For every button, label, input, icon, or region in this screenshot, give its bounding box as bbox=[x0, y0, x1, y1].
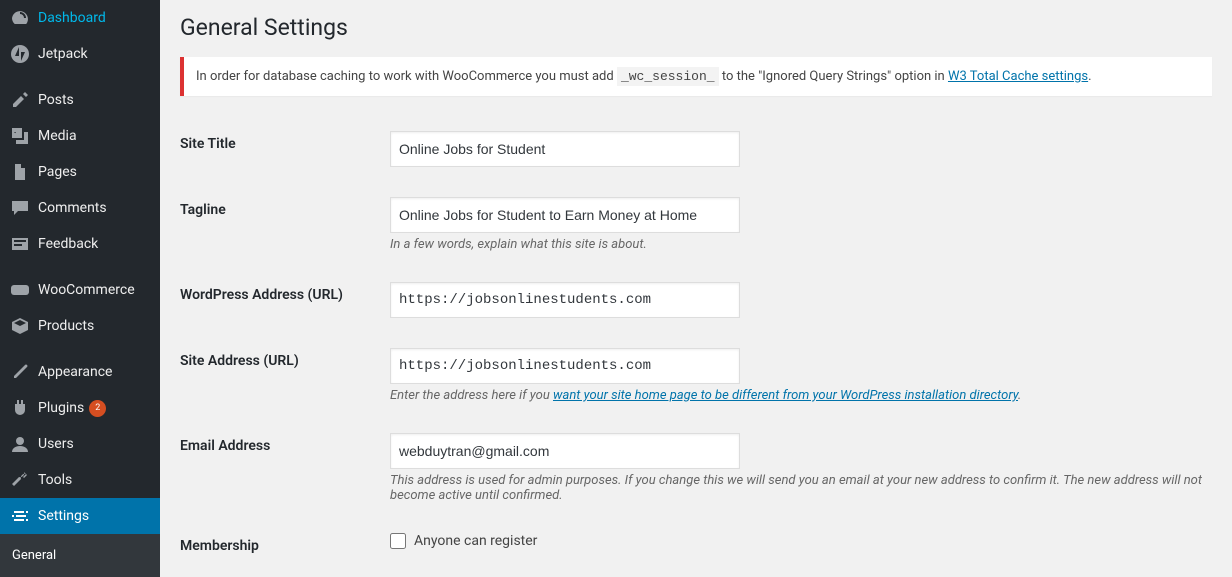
sidebar-item-label: Media bbox=[38, 128, 77, 144]
anyone-register-label[interactable]: Anyone can register bbox=[390, 533, 537, 549]
sidebar-item-label: Pages bbox=[38, 164, 77, 180]
notice-code: _wc_session_ bbox=[617, 67, 719, 86]
notice-text-post: . bbox=[1088, 69, 1091, 84]
sidebar-item-label: Tools bbox=[38, 472, 72, 488]
media-icon bbox=[10, 126, 30, 146]
submenu-item-general[interactable]: General bbox=[0, 542, 160, 569]
sidebar-item-woocommerce[interactable]: WooCommerce bbox=[0, 272, 160, 308]
sidebar-item-label: Plugins bbox=[38, 400, 84, 416]
sidebar-item-media[interactable]: Media bbox=[0, 118, 160, 154]
site-address-doc-link[interactable]: want your site home page to be different… bbox=[553, 388, 1018, 403]
sidebar-item-dashboard[interactable]: Dashboard bbox=[0, 0, 160, 36]
appearance-icon bbox=[10, 362, 30, 382]
sidebar-item-label: Settings bbox=[38, 508, 89, 524]
posts-icon bbox=[10, 90, 30, 110]
settings-form-table: Site Title Tagline In a few words, expla… bbox=[180, 116, 1212, 574]
email-address-label: Email Address bbox=[180, 418, 380, 518]
sidebar-item-products[interactable]: Products bbox=[0, 308, 160, 344]
tagline-label: Tagline bbox=[180, 182, 380, 267]
sidebar-item-comments[interactable]: Comments bbox=[0, 190, 160, 226]
woocommerce-icon bbox=[10, 280, 30, 300]
sidebar-item-plugins[interactable]: Plugins 2 bbox=[0, 390, 160, 426]
feedback-icon bbox=[10, 234, 30, 254]
anyone-register-text: Anyone can register bbox=[414, 533, 537, 549]
sidebar-item-label: Jetpack bbox=[38, 46, 88, 62]
sidebar-item-feedback[interactable]: Feedback bbox=[0, 226, 160, 262]
notice-text-mid: to the "Ignored Query Strings" option in bbox=[722, 69, 948, 84]
w3tc-settings-link[interactable]: W3 Total Cache settings bbox=[948, 69, 1088, 84]
products-icon bbox=[10, 316, 30, 336]
plugins-update-badge: 2 bbox=[89, 400, 106, 417]
admin-sidebar: Dashboard Jetpack Posts Media Pages Comm… bbox=[0, 0, 160, 577]
settings-submenu: General bbox=[0, 534, 160, 577]
email-description: This address is used for admin purposes.… bbox=[390, 473, 1202, 503]
site-title-input[interactable] bbox=[390, 131, 740, 167]
sidebar-item-settings[interactable]: Settings bbox=[0, 498, 160, 534]
sidebar-item-tools[interactable]: Tools bbox=[0, 462, 160, 498]
email-address-input[interactable] bbox=[390, 433, 740, 469]
main-content: General Settings In order for database c… bbox=[160, 0, 1232, 577]
sidebar-item-appearance[interactable]: Appearance bbox=[0, 354, 160, 390]
anyone-register-checkbox[interactable] bbox=[390, 533, 406, 549]
sidebar-item-label: Products bbox=[38, 318, 94, 334]
tagline-description: In a few words, explain what this site i… bbox=[390, 237, 1202, 252]
w3tc-notice: In order for database caching to work wi… bbox=[180, 57, 1212, 96]
sidebar-item-label: Feedback bbox=[38, 236, 98, 252]
sidebar-item-label: Users bbox=[38, 436, 74, 452]
sidebar-item-label: Dashboard bbox=[38, 10, 106, 26]
plugins-icon bbox=[10, 398, 30, 418]
sidebar-item-label: WooCommerce bbox=[38, 282, 135, 298]
membership-label: Membership bbox=[180, 518, 380, 574]
site-title-label: Site Title bbox=[180, 116, 380, 182]
page-title: General Settings bbox=[180, 10, 1212, 41]
pages-icon bbox=[10, 162, 30, 182]
site-address-label: Site Address (URL) bbox=[180, 333, 380, 418]
sidebar-item-label: Comments bbox=[38, 200, 107, 216]
users-icon bbox=[10, 434, 30, 454]
settings-icon bbox=[10, 506, 30, 526]
tagline-input[interactable] bbox=[390, 197, 740, 233]
jetpack-icon bbox=[10, 44, 30, 64]
sidebar-item-jetpack[interactable]: Jetpack bbox=[0, 36, 160, 72]
wp-address-label: WordPress Address (URL) bbox=[180, 267, 380, 333]
sidebar-item-pages[interactable]: Pages bbox=[0, 154, 160, 190]
comments-icon bbox=[10, 198, 30, 218]
sidebar-item-label: Appearance bbox=[38, 364, 112, 380]
sidebar-item-users[interactable]: Users bbox=[0, 426, 160, 462]
notice-text-pre: In order for database caching to work wi… bbox=[196, 69, 617, 84]
dashboard-icon bbox=[10, 8, 30, 28]
tools-icon bbox=[10, 470, 30, 490]
wp-address-input[interactable] bbox=[390, 282, 740, 318]
sidebar-item-posts[interactable]: Posts bbox=[0, 82, 160, 118]
site-address-description: Enter the address here if you want your … bbox=[390, 388, 1202, 403]
site-address-input[interactable] bbox=[390, 348, 740, 384]
sidebar-item-label: Posts bbox=[38, 92, 74, 108]
